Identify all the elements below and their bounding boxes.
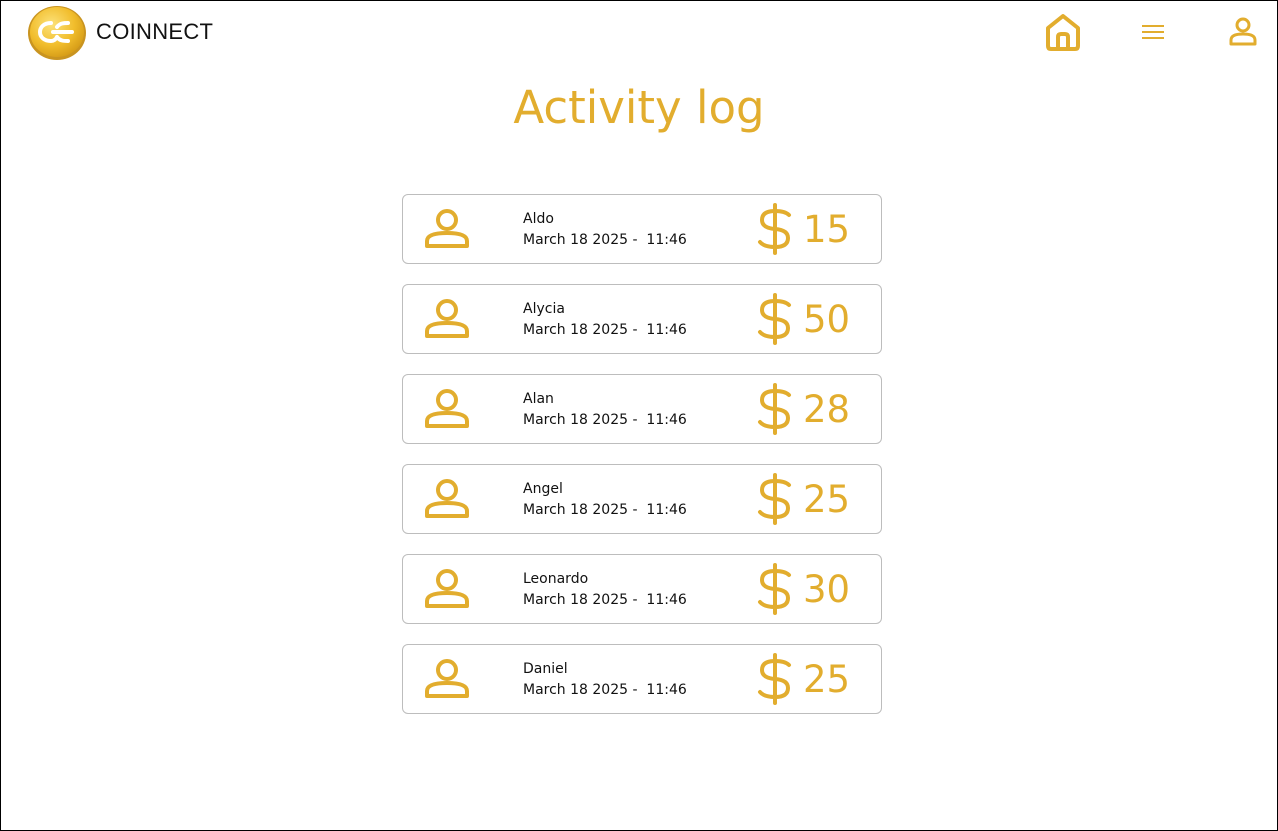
- activity-amount: 28: [803, 388, 851, 431]
- activity-list: Aldo March 18 2025 - 11:46 15 Alycia Mar…: [402, 194, 882, 734]
- user-avatar-icon: [423, 298, 471, 340]
- top-bar: COINNECT: [1, 1, 1277, 63]
- dollar-icon: [755, 203, 795, 255]
- user-avatar-icon: [423, 658, 471, 700]
- app-frame: COINNECT Activity log Aldo March 18 2025…: [0, 0, 1278, 831]
- activity-name: Alycia: [523, 301, 565, 317]
- activity-date: March 18 2025 - 11:46: [523, 592, 687, 608]
- activity-name: Daniel: [523, 661, 568, 677]
- activity-date: March 18 2025 - 11:46: [523, 502, 687, 518]
- dollar-icon: [755, 293, 795, 345]
- dollar-icon: [755, 653, 795, 705]
- activity-amount: 25: [803, 658, 851, 701]
- dollar-icon: [755, 473, 795, 525]
- activity-item[interactable]: Aldo March 18 2025 - 11:46 15: [402, 194, 882, 264]
- activity-name: Angel: [523, 481, 563, 497]
- activity-item[interactable]: Leonardo March 18 2025 - 11:46 30: [402, 554, 882, 624]
- user-icon[interactable]: [1228, 17, 1258, 52]
- activity-amount: 25: [803, 478, 851, 521]
- user-avatar-icon: [423, 568, 471, 610]
- activity-item[interactable]: Angel March 18 2025 - 11:46 25: [402, 464, 882, 534]
- menu-icon[interactable]: [1141, 23, 1165, 46]
- dollar-icon: [755, 563, 795, 615]
- activity-amount: 15: [803, 208, 851, 251]
- page-title: Activity log: [513, 81, 765, 134]
- user-avatar-icon: [423, 208, 471, 250]
- activity-date: March 18 2025 - 11:46: [523, 682, 687, 698]
- activity-amount: 50: [803, 298, 851, 341]
- home-icon[interactable]: [1044, 12, 1082, 57]
- activity-date: March 18 2025 - 11:46: [523, 232, 687, 248]
- activity-date: March 18 2025 - 11:46: [523, 322, 687, 338]
- coinnect-logo-icon[interactable]: [27, 5, 87, 60]
- dollar-icon: [755, 383, 795, 435]
- brand-name: COINNECT: [96, 19, 214, 44]
- activity-amount: 30: [803, 568, 851, 611]
- activity-name: Aldo: [523, 211, 554, 227]
- activity-item[interactable]: Daniel March 18 2025 - 11:46 25: [402, 644, 882, 714]
- activity-name: Leonardo: [523, 571, 589, 587]
- user-avatar-icon: [423, 478, 471, 520]
- activity-name: Alan: [523, 391, 554, 407]
- activity-item[interactable]: Alan March 18 2025 - 11:46 28: [402, 374, 882, 444]
- activity-date: March 18 2025 - 11:46: [523, 412, 687, 428]
- activity-item[interactable]: Alycia March 18 2025 - 11:46 50: [402, 284, 882, 354]
- user-avatar-icon: [423, 388, 471, 430]
